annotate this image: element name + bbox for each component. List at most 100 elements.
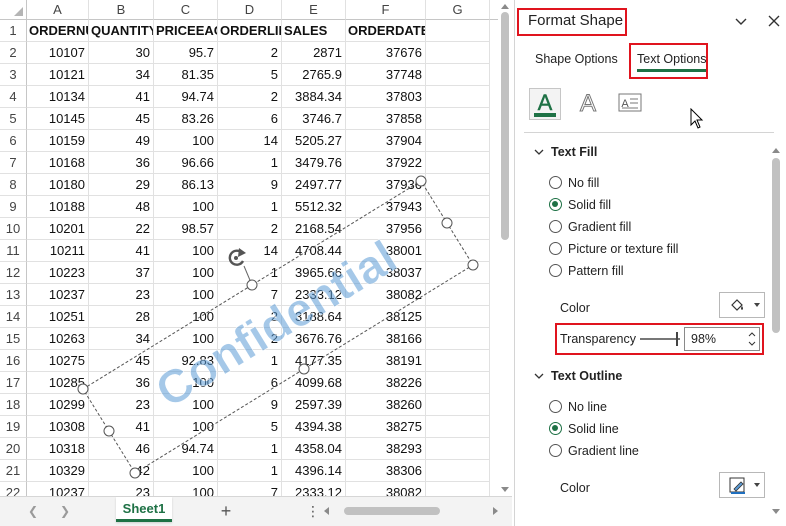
table-cell[interactable]: 37922 [346,152,426,174]
section-collapse-icon[interactable] [534,147,544,157]
row-header[interactable]: 19 [0,416,27,438]
table-cell[interactable]: 37904 [346,130,426,152]
table-cell[interactable]: 100 [154,482,218,496]
worksheet-grid[interactable]: A B C D E F G 1 2 3 4 5 6 7 8 9 10 11 12 13 14 15 16 17 1… [0,0,498,496]
table-cell[interactable]: 100 [154,394,218,416]
row-header[interactable]: 16 [0,350,27,372]
table-cell[interactable]: 34 [89,64,154,86]
table-cell[interactable]: 10121 [27,64,89,86]
table-cell[interactable]: 37943 [346,196,426,218]
header-cell[interactable]: SALES [282,20,346,42]
table-cell[interactable]: 38082 [346,284,426,306]
table-cell[interactable] [426,86,490,108]
radio-gradient-line[interactable] [549,444,562,457]
table-cell[interactable] [426,482,490,496]
text-effects-icon[interactable]: A [573,88,605,120]
radio-label-no-fill[interactable]: No fill [568,176,599,190]
table-cell[interactable] [426,416,490,438]
column-header-h[interactable] [490,0,498,20]
table-cell[interactable]: 10211 [27,240,89,262]
table-cell[interactable]: 22 [89,218,154,240]
table-cell[interactable]: 1 [218,152,282,174]
radio-label-solid-line[interactable]: Solid line [568,422,619,436]
radio-solid-line[interactable] [549,422,562,435]
row-header[interactable]: 4 [0,86,27,108]
table-cell[interactable]: 2333.12 [282,284,346,306]
radio-no-line[interactable] [549,400,562,413]
row-header[interactable]: 17 [0,372,27,394]
scroll-right-icon[interactable] [493,507,498,515]
table-cell[interactable]: 94.74 [154,86,218,108]
table-cell[interactable]: 7 [218,284,282,306]
table-cell[interactable]: 41 [89,240,154,262]
table-cell[interactable]: 10308 [27,416,89,438]
radio-pattern-fill[interactable] [549,264,562,277]
table-cell[interactable]: 23 [89,394,154,416]
radio-label-no-line[interactable]: No line [568,400,607,414]
table-cell[interactable]: 92.83 [154,350,218,372]
column-header-e[interactable]: E [282,0,346,20]
table-cell[interactable]: 2333.12 [282,482,346,496]
text-fill-outline-icon[interactable]: A [529,88,561,120]
row-header[interactable]: 18 [0,394,27,416]
table-cell[interactable]: 10237 [27,284,89,306]
close-icon[interactable] [766,13,782,29]
table-cell[interactable]: 14 [218,130,282,152]
scroll-down-icon[interactable] [501,487,509,492]
table-cell[interactable] [426,196,490,218]
row-header[interactable]: 15 [0,328,27,350]
table-cell[interactable]: 2597.39 [282,394,346,416]
column-header-d[interactable]: D [218,0,282,20]
section-title-text-fill[interactable]: Text Fill [551,145,597,159]
table-cell[interactable]: 23 [89,482,154,496]
table-cell[interactable]: 23 [89,284,154,306]
table-cell[interactable]: 10145 [27,108,89,130]
table-cell[interactable]: 38191 [346,350,426,372]
table-cell[interactable] [426,64,490,86]
radio-picture-texture-fill[interactable] [549,242,562,255]
transparency-slider-handle[interactable] [676,332,678,346]
column-header-g[interactable]: G [426,0,490,20]
radio-no-fill[interactable] [549,176,562,189]
table-cell[interactable]: 37858 [346,108,426,130]
spinner-icon[interactable] [748,330,756,348]
table-cell[interactable]: 38306 [346,460,426,482]
table-cell[interactable] [426,108,490,130]
table-cell[interactable]: 38293 [346,438,426,460]
table-cell[interactable]: 4177.35 [282,350,346,372]
header-cell[interactable]: PRICEEACH [154,20,218,42]
row-header[interactable]: 5 [0,108,27,130]
table-cell[interactable]: 38125 [346,306,426,328]
table-cell[interactable]: 2871 [282,42,346,64]
table-cell[interactable]: 38260 [346,394,426,416]
table-cell[interactable]: 100 [154,262,218,284]
tab-shape-options[interactable]: Shape Options [535,52,618,66]
pane-vertical-scrollbar[interactable] [770,140,782,520]
table-cell[interactable] [426,306,490,328]
previous-sheet-icon[interactable]: ❮ [26,504,40,518]
sheet-tab-sheet1[interactable]: Sheet1 [116,497,172,522]
table-cell[interactable]: 37936 [346,174,426,196]
table-cell[interactable]: 10318 [27,438,89,460]
section-title-text-outline[interactable]: Text Outline [551,369,622,383]
table-cell[interactable]: 3884.34 [282,86,346,108]
table-cell[interactable]: 100 [154,240,218,262]
table-cell[interactable]: 29 [89,174,154,196]
table-cell[interactable]: 1 [218,262,282,284]
table-cell[interactable]: 36 [89,372,154,394]
column-header-f[interactable]: F [346,0,426,20]
table-cell[interactable]: 100 [154,372,218,394]
header-cell[interactable]: QUANTITY [89,20,154,42]
add-sheet-icon[interactable]: + [218,502,234,520]
table-cell[interactable]: 98.57 [154,218,218,240]
table-cell[interactable]: 37748 [346,64,426,86]
table-cell[interactable]: 2 [218,218,282,240]
table-cell[interactable]: 3479.76 [282,152,346,174]
table-cell[interactable]: 37956 [346,218,426,240]
table-cell[interactable]: 4394.38 [282,416,346,438]
table-cell[interactable]: 4708.44 [282,240,346,262]
next-sheet-icon[interactable]: ❯ [58,504,72,518]
row-header[interactable]: 14 [0,306,27,328]
table-cell[interactable]: 83.26 [154,108,218,130]
table-cell[interactable] [426,438,490,460]
